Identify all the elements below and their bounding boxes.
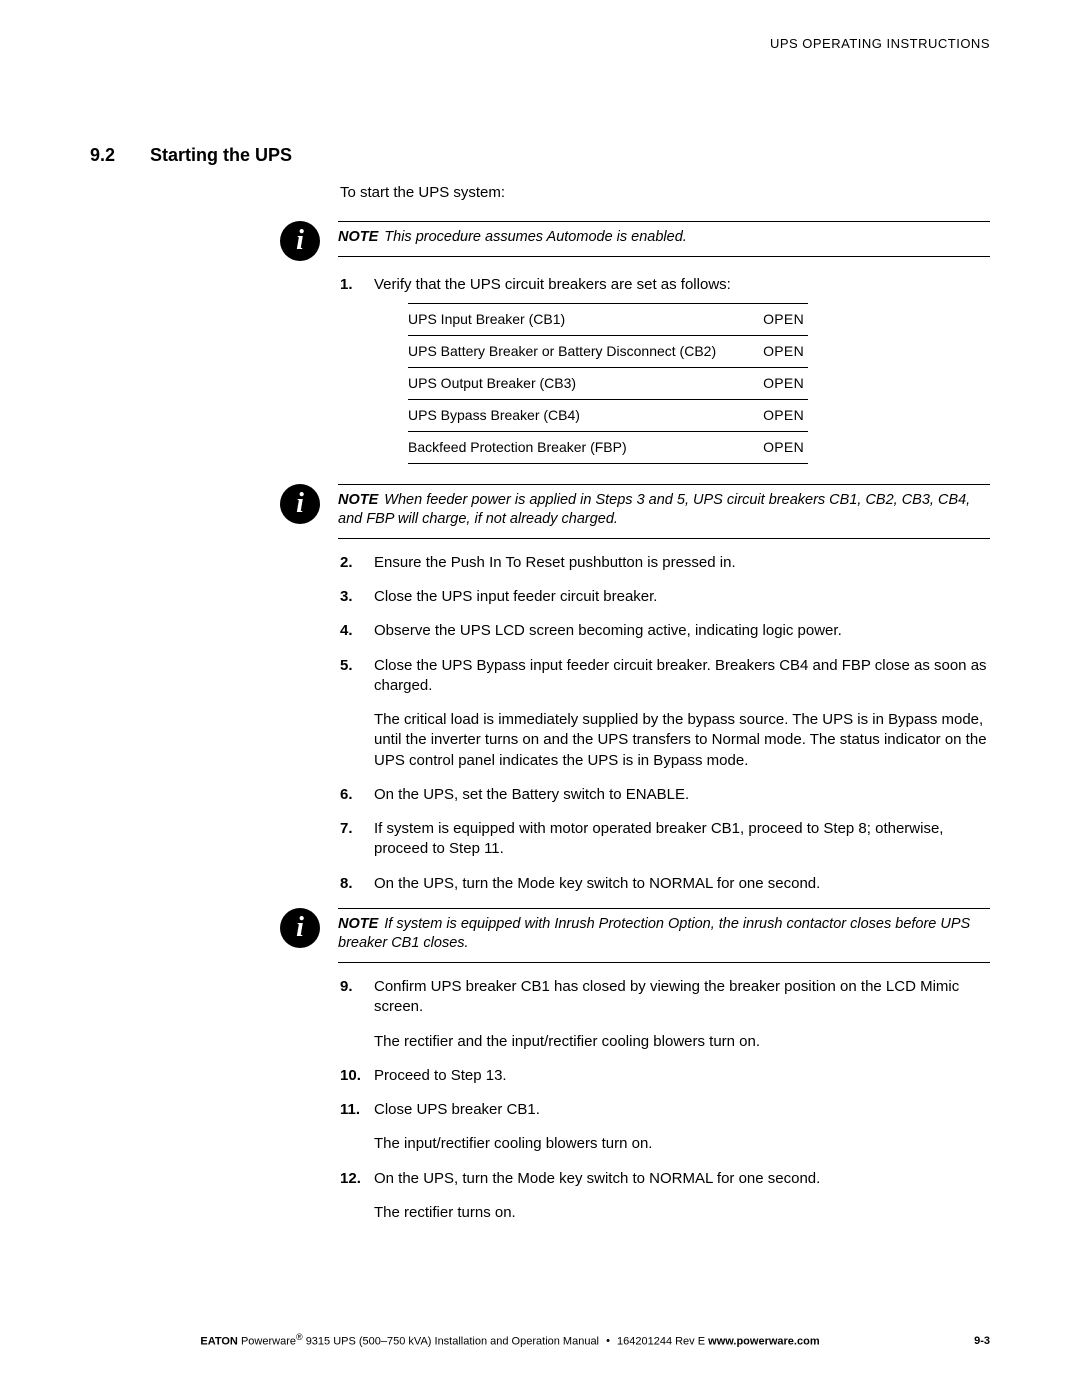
note-1: NOTE This procedure assumes Automode is e… <box>338 221 990 257</box>
info-icon: i <box>280 484 320 524</box>
step-8: On the UPS, turn the Mode key switch to … <box>340 874 990 894</box>
step-text: Observe the UPS LCD screen becoming acti… <box>374 622 842 639</box>
page-footer: EATON Powerware® 9315 UPS (500–750 kVA) … <box>0 1331 1080 1350</box>
step-6: On the UPS, set the Battery switch to EN… <box>340 785 990 805</box>
breaker-name: Backfeed Protection Breaker (FBP) <box>408 431 758 463</box>
breaker-name: UPS Output Breaker (CB3) <box>408 368 758 400</box>
step-4: Observe the UPS LCD screen becoming acti… <box>340 621 990 641</box>
section-title: Starting the UPS <box>150 143 292 167</box>
info-icon: i <box>280 908 320 948</box>
step-text: Close the UPS Bypass input feeder circui… <box>374 657 987 694</box>
note-2: NOTEWhen feeder power is applied in Step… <box>338 484 990 539</box>
step-text: Close UPS breaker CB1. <box>374 1101 540 1118</box>
registered-mark: ® <box>296 1332 303 1342</box>
step-text: Ensure the Push In To Reset pushbutton i… <box>374 554 736 571</box>
step-7: If system is equipped with motor operate… <box>340 819 990 860</box>
breaker-state: OPEN <box>758 336 808 368</box>
page-number: 9-3 <box>930 1334 990 1349</box>
footer-docnum: 164201244 Rev E <box>617 1335 705 1347</box>
breaker-name: UPS Bypass Breaker (CB4) <box>408 400 758 432</box>
step-12: On the UPS, turn the Mode key switch to … <box>340 1169 990 1224</box>
note-3: NOTEIf system is equipped with Inrush Pr… <box>338 908 990 963</box>
section-number: 9.2 <box>90 143 150 167</box>
breaker-name: UPS Input Breaker (CB1) <box>408 304 758 336</box>
table-row: UPS Battery Breaker or Battery Disconnec… <box>408 336 808 368</box>
step-text: On the UPS, set the Battery switch to EN… <box>374 786 689 803</box>
note-body: This procedure assumes Automode is enabl… <box>384 229 687 245</box>
breaker-state: OPEN <box>758 304 808 336</box>
step-2: Ensure the Push In To Reset pushbutton i… <box>340 553 990 573</box>
footer-url: www.powerware.com <box>708 1335 819 1347</box>
note-body: If system is equipped with Inrush Protec… <box>338 916 970 952</box>
step-text: On the UPS, turn the Mode key switch to … <box>374 1170 820 1187</box>
info-icon: i <box>280 221 320 261</box>
note-label: NOTE <box>338 229 378 245</box>
step-9: Confirm UPS breaker CB1 has closed by vi… <box>340 977 990 1052</box>
step-1: Verify that the UPS circuit breakers are… <box>340 275 990 464</box>
step-10: Proceed to Step 13. <box>340 1066 990 1086</box>
step-text: Verify that the UPS circuit breakers are… <box>374 276 731 293</box>
breaker-state: OPEN <box>758 368 808 400</box>
step-text: Proceed to Step 13. <box>374 1067 507 1084</box>
intro-text: To start the UPS system: <box>340 183 990 203</box>
bullet-sep: • <box>606 1335 610 1347</box>
footer-product: Powerware <box>241 1335 296 1347</box>
step-paragraph: The critical load is immediately supplie… <box>374 710 990 771</box>
running-head: UPS OPERATING INSTRUCTIONS <box>90 35 990 53</box>
step-paragraph: The rectifier turns on. <box>374 1203 990 1223</box>
breaker-table: UPS Input Breaker (CB1)OPEN UPS Battery … <box>408 303 808 463</box>
breaker-state: OPEN <box>758 431 808 463</box>
footer-text: EATON Powerware® 9315 UPS (500–750 kVA) … <box>90 1331 930 1350</box>
table-row: Backfeed Protection Breaker (FBP)OPEN <box>408 431 808 463</box>
step-paragraph: The input/rectifier cooling blowers turn… <box>374 1134 990 1154</box>
step-text: Close the UPS input feeder circuit break… <box>374 588 657 605</box>
step-text: Confirm UPS breaker CB1 has closed by vi… <box>374 978 959 1015</box>
step-5: Close the UPS Bypass input feeder circui… <box>340 656 990 771</box>
step-paragraph: The rectifier and the input/rectifier co… <box>374 1032 990 1052</box>
table-row: UPS Bypass Breaker (CB4)OPEN <box>408 400 808 432</box>
note-label: NOTE <box>338 916 378 932</box>
footer-doc: 9315 UPS (500–750 kVA) Installation and … <box>306 1335 599 1347</box>
breaker-state: OPEN <box>758 400 808 432</box>
table-row: UPS Input Breaker (CB1)OPEN <box>408 304 808 336</box>
breaker-name: UPS Battery Breaker or Battery Disconnec… <box>408 336 758 368</box>
note-body: When feeder power is applied in Steps 3 … <box>338 492 970 528</box>
footer-brand: EATON <box>200 1335 238 1347</box>
step-3: Close the UPS input feeder circuit break… <box>340 587 990 607</box>
step-11: Close UPS breaker CB1. The input/rectifi… <box>340 1100 990 1155</box>
table-row: UPS Output Breaker (CB3)OPEN <box>408 368 808 400</box>
step-text: If system is equipped with motor operate… <box>374 820 943 857</box>
step-text: On the UPS, turn the Mode key switch to … <box>374 875 820 892</box>
note-label: NOTE <box>338 492 378 508</box>
